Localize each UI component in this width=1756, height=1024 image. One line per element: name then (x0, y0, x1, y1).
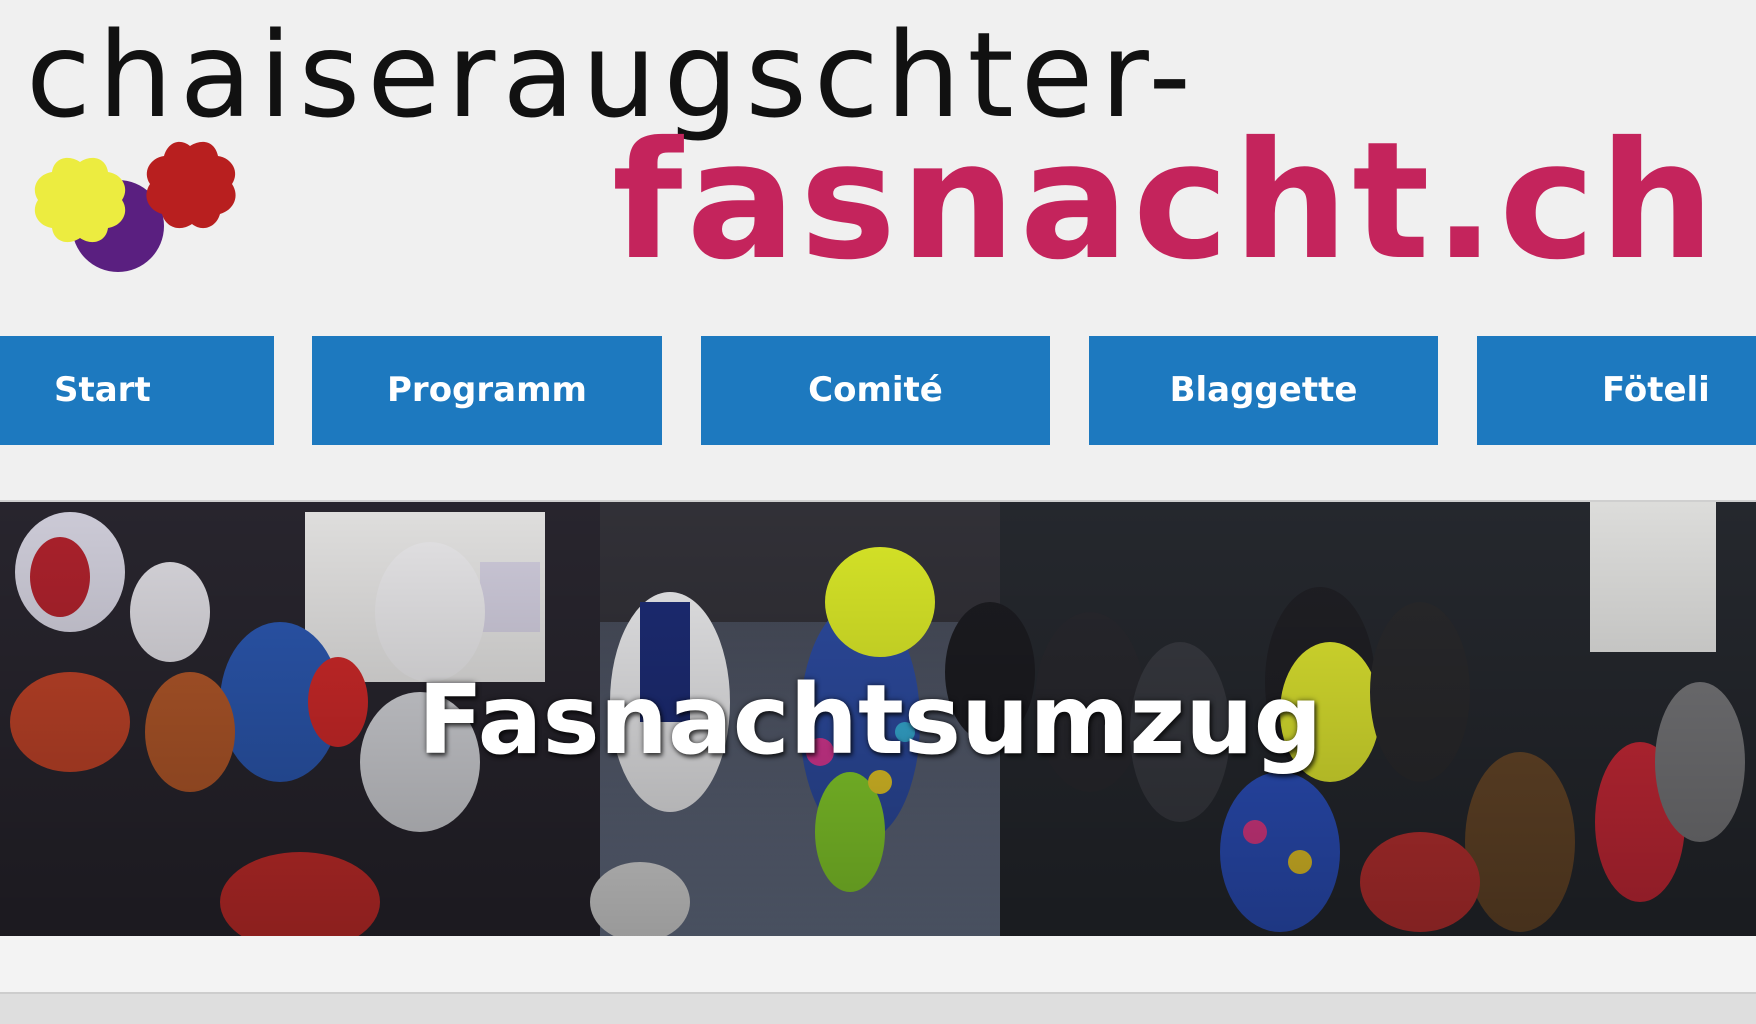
main-navigation: Start Programm Comité Blaggette Föteli (0, 336, 1756, 445)
hero-title: Fasnachtsumzug (417, 664, 1323, 776)
home-logo-link[interactable]: chaiseraugschter- fasnacht.ch (0, 0, 1756, 300)
nav-item-start[interactable]: Start (0, 336, 274, 445)
nav-item-comite[interactable]: Comité (701, 336, 1050, 445)
site-header: chaiseraugschter- fasnacht.ch (0, 0, 1756, 300)
nav-item-programm[interactable]: Programm (312, 336, 662, 445)
nav-item-blaggette[interactable]: Blaggette (1089, 336, 1438, 445)
hero-banner[interactable]: Fasnachtsumzug (0, 500, 1756, 938)
page: chaiseraugschter- fasnacht.ch Start Prog… (0, 0, 1756, 1024)
nav-item-foteli[interactable]: Föteli (1477, 336, 1756, 445)
carnival-logo-icon (34, 141, 236, 272)
site-title-line2: fasnacht.ch (612, 108, 1719, 296)
footer-strip (0, 992, 1756, 1024)
content-area (0, 936, 1756, 992)
